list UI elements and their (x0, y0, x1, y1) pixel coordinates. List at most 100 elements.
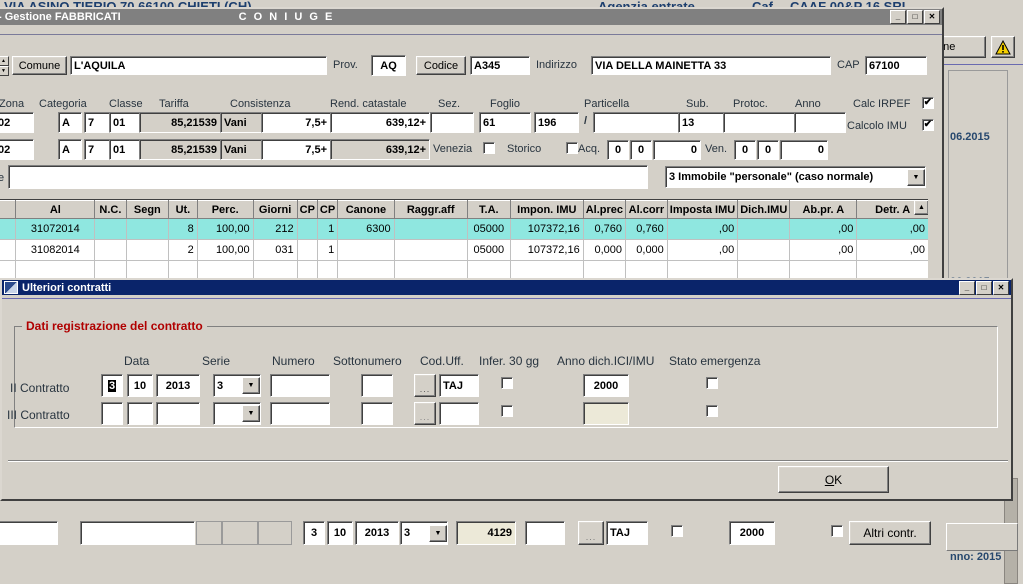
table-cell[interactable]: 31072014 (15, 218, 96, 240)
grid-col-header[interactable]: Raggr.aff (393, 200, 468, 219)
iii-data-year-input[interactable] (156, 402, 200, 425)
ven-month-input[interactable]: 0 (757, 140, 779, 160)
table-cell[interactable] (297, 218, 318, 240)
ii-annodich-input[interactable]: 2000 (583, 374, 629, 397)
particella-input-2[interactable] (593, 112, 679, 133)
bottom-field-2[interactable] (80, 521, 195, 545)
grid-col-header[interactable]: Canone (337, 200, 395, 219)
ii-sottonumero-input[interactable] (361, 374, 393, 397)
comune-input[interactable]: L'AQUILA (70, 56, 327, 75)
grid-col-header[interactable]: Ab.pr. A (789, 200, 858, 219)
imu-data-grid[interactable]: Al N.C. Segn Ut. Perc. Giorni CP CP Canone Raggr.… (0, 199, 930, 284)
table-cell[interactable]: 6300 (337, 218, 395, 240)
utilizzo-combo[interactable]: 3 Immobile "personale" (caso normale) ▼ (665, 166, 926, 188)
spinner-up-icon[interactable]: ▲ (0, 56, 9, 66)
bottom-browse-button[interactable]: ... (578, 521, 604, 545)
grid-col-header[interactable]: Perc. (196, 200, 254, 219)
table-cell[interactable]: 8 (168, 218, 198, 240)
grid-col-header[interactable]: Impon. IMU (509, 200, 584, 219)
tariffa-input-2[interactable]: 85,21539 (139, 139, 221, 160)
ok-button[interactable]: OK (778, 466, 889, 493)
grid-scroll-up-button[interactable]: ▲ (914, 200, 929, 215)
spinner-down-icon[interactable]: ▼ (0, 66, 9, 76)
categoria-letter-input-1[interactable]: A (58, 112, 82, 133)
dialog-maximize-icon[interactable]: □ (976, 280, 992, 295)
table-cell[interactable]: ,00 (667, 218, 739, 240)
note-input[interactable] (8, 165, 648, 189)
storico-checkbox[interactable] (566, 142, 578, 154)
codice-button[interactable]: Codice (416, 56, 466, 75)
iii-data-day-input[interactable] (101, 402, 123, 425)
ii-coduff-input[interactable]: TAJ (439, 374, 479, 397)
acq-year-input[interactable]: 0 (653, 140, 701, 160)
bottom-field-1[interactable] (0, 521, 58, 545)
grid-scroll-track[interactable] (928, 199, 932, 284)
chevron-down-icon[interactable]: ▼ (907, 168, 925, 186)
ii-numero-input[interactable] (270, 374, 330, 397)
grid-col-header[interactable]: CP (316, 200, 339, 219)
classe-input-2[interactable]: 01 (109, 139, 141, 160)
table-cell[interactable]: 107372,16 (510, 239, 584, 261)
row-selector-cell[interactable] (0, 218, 17, 240)
grid-col-header[interactable]: Al (15, 200, 96, 219)
ven-year-input[interactable]: 0 (780, 140, 828, 160)
ii-stato-emergenza-checkbox[interactable] (706, 377, 718, 389)
iii-data-month-input[interactable] (127, 402, 153, 425)
consistenza-value-input-1[interactable]: 7,5+ (261, 112, 331, 133)
grid-col-header[interactable]: Ut. (168, 200, 198, 219)
comune-button[interactable]: Comune (12, 56, 67, 75)
chevron-down-icon[interactable]: ▼ (242, 377, 260, 394)
prov-input[interactable]: AQ (371, 55, 406, 76)
dialog-titlebar[interactable]: Ulteriori contratti _ □ ✕ (2, 280, 1011, 295)
table-cell[interactable]: ,00 (789, 218, 858, 240)
rendita-input-1[interactable]: 639,12+ (330, 112, 430, 133)
iii-annodich-input[interactable] (583, 402, 629, 425)
grid-col-header[interactable]: Dich.IMU (737, 200, 791, 219)
table-cell[interactable]: 100,00 (197, 239, 254, 261)
grid-col-header[interactable]: Imposta IMU (666, 200, 739, 219)
ii-coduff-browse-button[interactable]: ... (414, 374, 436, 397)
foglio-input-1[interactable]: 61 (479, 112, 531, 133)
table-cell[interactable]: 100,00 (197, 218, 254, 240)
calcolo-imu-checkbox[interactable] (922, 119, 934, 131)
bottom-sottonumero-input[interactable] (525, 521, 565, 545)
table-cell[interactable] (126, 218, 170, 240)
table-cell[interactable]: 107372,16 (510, 218, 584, 240)
dialog-minimize-icon[interactable]: _ (959, 280, 975, 295)
warning-icon-button[interactable] (991, 36, 1015, 58)
bottom-annodich-input[interactable]: 2000 (729, 521, 775, 545)
grid-col-header[interactable]: Al.prec (582, 200, 627, 219)
table-row[interactable]: 31082014 2 100,00 031 1 05000 107372,16 0,000 0,… (0, 239, 929, 261)
table-cell[interactable]: 0,760 (583, 218, 627, 240)
grid-col-header[interactable]: Al.corr (625, 200, 668, 219)
dialog-close-icon[interactable]: ✕ (993, 280, 1009, 295)
table-cell[interactable]: 05000 (467, 239, 511, 261)
zona-input-2[interactable]: 02 (0, 139, 34, 160)
record-spinner[interactable]: ▲ ▼ (0, 56, 9, 76)
table-row[interactable]: 31072014 8 100,00 212 1 6300 05000 107372,16 0,7… (0, 218, 929, 240)
table-cell[interactable]: 31082014 (15, 239, 96, 261)
grid-col-header[interactable]: T.A. (466, 200, 511, 219)
iii-sottonumero-input[interactable] (361, 402, 393, 425)
ii-infer30-checkbox[interactable] (501, 377, 513, 389)
ii-serie-combo[interactable]: 3 ▼ (213, 374, 261, 397)
iii-stato-emergenza-checkbox[interactable] (706, 405, 718, 417)
grid-col-header[interactable]: Segn (125, 200, 170, 219)
categoria-number-input-1[interactable]: 7 (84, 112, 112, 133)
ven-day-input[interactable]: 0 (734, 140, 756, 160)
maximize-icon[interactable]: □ (907, 10, 923, 24)
table-cell[interactable]: ,00 (856, 239, 929, 261)
table-cell[interactable] (94, 218, 127, 240)
venezia-checkbox[interactable] (483, 142, 495, 154)
acq-month-input[interactable]: 0 (630, 140, 652, 160)
grid-col-header[interactable]: Giorni (252, 200, 298, 219)
table-cell[interactable]: 1 (317, 239, 339, 261)
consistenza-value-input-2[interactable]: 7,5+ (261, 139, 331, 160)
ii-data-month-input[interactable]: 10 (127, 374, 153, 397)
row-selector-cell[interactable] (0, 239, 17, 261)
cap-input[interactable]: 67100 (865, 56, 927, 75)
rendita-input-2[interactable]: 639,12+ (330, 139, 430, 160)
grid-col-header[interactable]: CP (296, 200, 318, 219)
table-cell[interactable] (94, 239, 127, 261)
codice-input[interactable]: A345 (470, 56, 530, 75)
